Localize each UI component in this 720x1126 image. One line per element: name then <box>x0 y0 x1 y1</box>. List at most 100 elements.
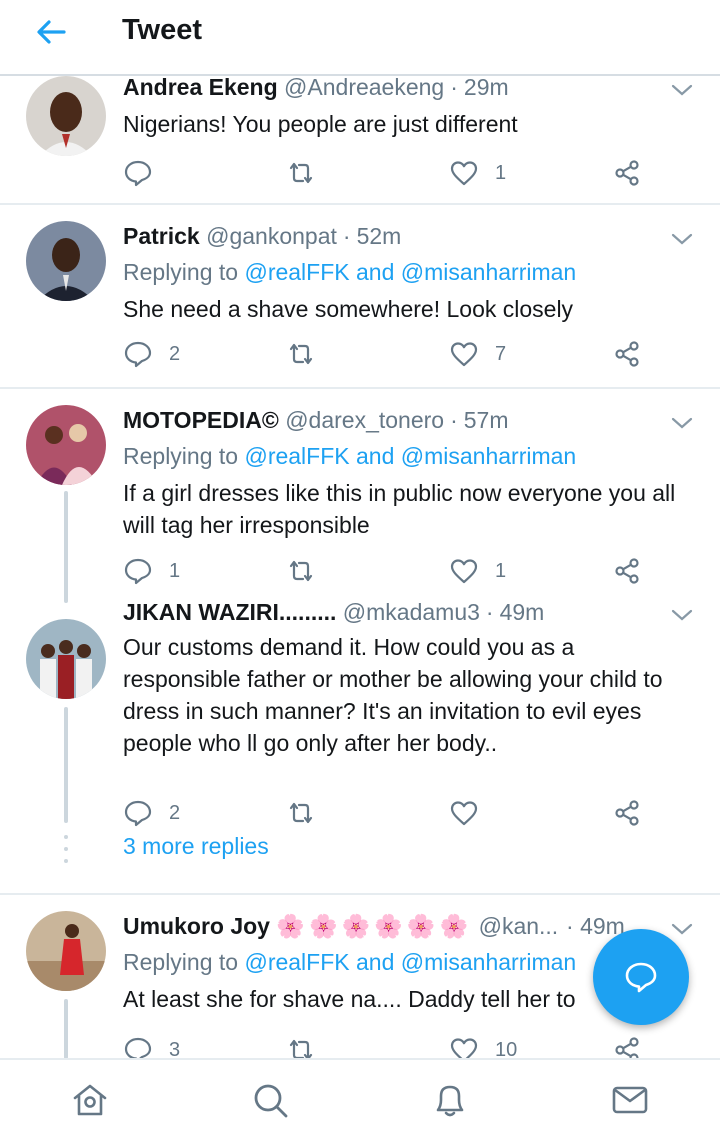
search-icon <box>254 1084 288 1118</box>
chevron-down-icon[interactable] <box>670 415 694 431</box>
tweet-time: 52m <box>356 223 402 249</box>
chevron-down-icon[interactable] <box>670 82 694 98</box>
like-icon <box>450 559 478 584</box>
avatar-image <box>26 221 106 301</box>
separator-dot: · <box>450 76 458 100</box>
top-app-bar: Tweet <box>0 0 720 76</box>
share-button[interactable] <box>612 156 642 190</box>
avatar[interactable] <box>26 619 106 699</box>
author-handle[interactable]: @Andreaekeng <box>284 76 444 100</box>
tweet-time: 29m <box>463 76 509 100</box>
avatar[interactable] <box>26 76 106 156</box>
like-button[interactable]: 1 <box>449 156 506 190</box>
tweet[interactable]: Patrick @gankonpat · 52m Replying to @real… <box>0 205 720 389</box>
reply-button[interactable]: 1 <box>123 554 180 588</box>
retweet-button[interactable] <box>286 1033 332 1058</box>
share-button[interactable] <box>612 796 642 830</box>
nav-notifications[interactable] <box>430 1080 470 1120</box>
back-button[interactable] <box>34 14 68 50</box>
like-button[interactable] <box>449 796 495 830</box>
replies-feed[interactable]: Andrea Ekeng @Andreaekeng · 29m Nigerians!… <box>0 76 720 1058</box>
reply-button[interactable]: 3 <box>123 1033 180 1058</box>
avatar[interactable] <box>26 405 106 485</box>
share-icon <box>615 341 639 367</box>
replying-to-label: Replying to <box>123 443 245 469</box>
tweet-time: 49m <box>499 599 545 625</box>
retweet-button[interactable] <box>286 554 332 588</box>
separator-dot: · <box>342 223 351 249</box>
tweet[interactable]: JIKAN WAZIRI......... @mkadamu3 · 49m Our … <box>0 599 720 893</box>
nav-search[interactable] <box>250 1080 290 1120</box>
separator-dot: · <box>566 913 574 939</box>
reply-button[interactable] <box>123 156 169 190</box>
reply-mentions-link[interactable]: @realFFK and @misanharriman <box>244 443 576 469</box>
author-handle[interactable]: @gankonpat <box>206 223 337 249</box>
retweet-icon <box>289 560 313 582</box>
tweet[interactable]: MOTOPEDIA© @darex_tonero · 57m Replying to… <box>0 389 720 603</box>
like-button[interactable]: 1 <box>449 554 506 588</box>
author-name[interactable]: MOTOPEDIA© <box>123 407 279 433</box>
share-button[interactable] <box>612 554 642 588</box>
reply-icon <box>124 341 152 368</box>
name-emoji: 🌸🌸🌸🌸🌸🌸 <box>276 914 473 940</box>
author-name[interactable]: Patrick <box>123 223 200 249</box>
replying-to-label: Replying to <box>123 949 245 975</box>
retweet-button[interactable] <box>286 337 332 371</box>
reply-count: 2 <box>169 342 181 365</box>
avatar[interactable] <box>26 221 106 301</box>
share-icon <box>615 558 639 584</box>
nav-messages[interactable] <box>610 1080 650 1120</box>
show-more-replies-link[interactable]: 3 more replies <box>123 833 269 860</box>
share-button[interactable] <box>612 1033 642 1058</box>
retweet-button[interactable] <box>286 156 332 190</box>
share-button[interactable] <box>612 337 642 371</box>
reply-mentions-link[interactable]: @realFFK and @misanharriman <box>244 949 576 975</box>
chevron-down-icon[interactable] <box>670 607 694 623</box>
share-icon <box>615 800 639 826</box>
compose-reply-button[interactable] <box>593 929 689 1025</box>
chevron-down-icon[interactable] <box>670 231 694 247</box>
author-name[interactable]: Andrea Ekeng <box>123 76 278 100</box>
reply-count: 1 <box>169 559 181 582</box>
tweet-text: Our customs demand it. How could you as … <box>123 634 663 756</box>
notifications-icon <box>436 1085 464 1117</box>
reply-count: 3 <box>169 1038 181 1059</box>
like-button[interactable]: 10 <box>449 1033 517 1058</box>
like-icon <box>450 1038 478 1058</box>
replying-to: Replying to @realFFK and @misanharriman <box>123 443 576 470</box>
author-name[interactable]: JIKAN WAZIRI......... <box>123 599 336 625</box>
retweet-button[interactable] <box>286 796 332 830</box>
author-handle[interactable]: @mkadamu3 <box>343 599 480 625</box>
tweet-time: 57m <box>463 407 509 433</box>
tweet-text: She need a shave somewhere! Look closely <box>123 296 574 322</box>
tweet-text: Nigerians! You people are just different <box>123 111 518 137</box>
author-handle[interactable]: @kan... <box>479 913 559 939</box>
retweet-icon <box>289 1039 313 1058</box>
like-icon <box>450 342 478 367</box>
reply-button[interactable]: 2 <box>123 796 180 830</box>
thread-dots <box>64 835 68 863</box>
author-name[interactable]: Umukoro Joy <box>123 913 270 939</box>
tweet[interactable]: Andrea Ekeng @Andreaekeng · 29m Nigerians!… <box>0 76 720 204</box>
replying-to-label: Replying to <box>123 259 245 285</box>
messages-icon <box>612 1086 648 1114</box>
avatar[interactable] <box>26 911 106 991</box>
retweet-icon <box>289 162 313 184</box>
like-button[interactable]: 7 <box>449 337 506 371</box>
reply-icon <box>124 1037 152 1058</box>
like-icon <box>450 801 478 826</box>
nav-home[interactable] <box>70 1080 110 1120</box>
reply-count: 2 <box>169 801 181 824</box>
chevron-down-icon[interactable] <box>670 921 694 937</box>
avatar-image <box>26 76 106 156</box>
reply-mentions-link[interactable]: @realFFK and @misanharriman <box>244 259 576 285</box>
back-arrow-icon <box>37 20 66 44</box>
reply-button[interactable]: 2 <box>123 337 180 371</box>
separator-dot: · <box>485 599 494 625</box>
author-handle[interactable]: @darex_tonero <box>285 407 444 433</box>
replying-to: Replying to @realFFK and @misanharriman <box>123 259 576 286</box>
avatar-image <box>26 619 106 699</box>
thread-line <box>64 491 68 603</box>
thread-line <box>64 707 68 823</box>
thread-line <box>64 999 68 1058</box>
